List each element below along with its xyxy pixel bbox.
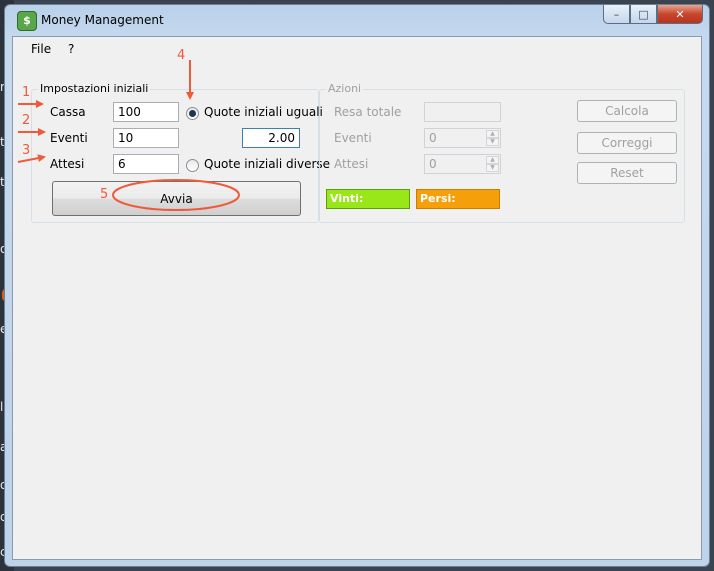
annotation-arrow-3 — [17, 154, 46, 163]
annotation-overlay — [17, 60, 240, 211]
annotation-ellipse-5 — [112, 179, 240, 211]
